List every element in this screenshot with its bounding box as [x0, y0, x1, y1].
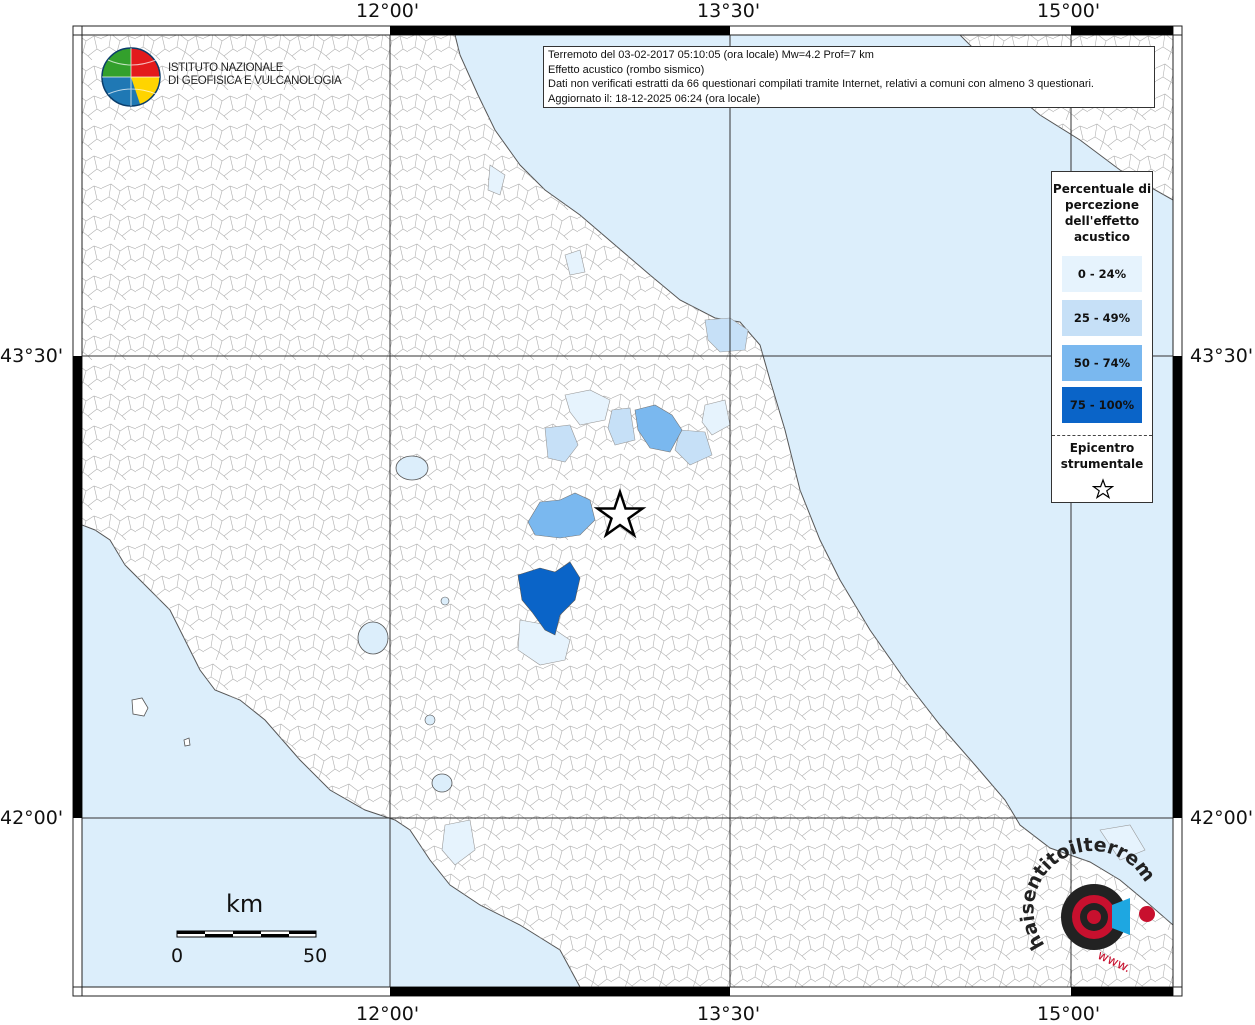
lon-label-top-3: 15°00' [1037, 0, 1101, 22]
logo-line-2: DI GEOFISICA E VULCANOLOGIA [168, 75, 342, 87]
legend-title: Percentuale di percezione dell'effetto a… [1052, 182, 1152, 244]
scale-bar [176, 930, 317, 938]
updated-line: Aggiornato il: 18-12-2025 06:24 (ora loc… [548, 92, 761, 105]
lake-bolsena [357, 621, 389, 655]
ingv-logo-icon [101, 47, 161, 107]
intensity-map: haisentitoilterremoto.it www. [0, 0, 1183, 997]
lat-label-left-2: 42°00' [0, 807, 64, 829]
event-info-box: Terremoto del 03-02-2017 05:10:05 (ora l… [543, 46, 1155, 108]
lon-label-top-2: 13°30' [697, 0, 761, 22]
legend-class-4: 75 - 100% [1062, 387, 1142, 423]
legend-epicenter-label: Epicentro strumentale [1060, 441, 1144, 471]
lat-label-left-1: 43°30' [0, 345, 64, 367]
event-line: Terremoto del 03-02-2017 05:10:05 (ora l… [548, 49, 874, 61]
scale-max-label: 50 [303, 945, 328, 967]
lon-label-bottom-3: 15°00' [1037, 1003, 1101, 1025]
legend-class-2: 25 - 49% [1062, 300, 1142, 336]
legend-class-1: 0 - 24% [1062, 256, 1142, 292]
logo-line-1: ISTITUTO NAZIONALE [168, 62, 284, 74]
star-icon [1092, 478, 1114, 499]
scale-title: km [226, 890, 264, 918]
lon-label-bottom-2: 13°30' [697, 1003, 761, 1025]
lat-label-right-1: 43°30' [1190, 345, 1254, 367]
lon-label-top-1: 12°00' [356, 0, 420, 22]
effect-line: Effetto acustico (rombo sismico) [548, 63, 705, 76]
legend: Percentuale di percezione dell'effetto a… [1051, 171, 1153, 503]
legend-divider [1052, 435, 1152, 436]
lon-label-bottom-1: 12°00' [356, 1003, 420, 1025]
legend-class-3: 50 - 74% [1062, 345, 1142, 381]
data-source-line: Dati non verificati estratti da 66 quest… [548, 78, 1094, 90]
lake-trasimeno [395, 455, 429, 481]
lat-label-right-2: 42°00' [1190, 807, 1254, 829]
ingv-logo-text: ISTITUTO NAZIONALE DI GEOFISICA E VULCAN… [168, 62, 342, 88]
lake-bracciano [431, 773, 453, 793]
scale-min-label: 0 [171, 945, 184, 967]
